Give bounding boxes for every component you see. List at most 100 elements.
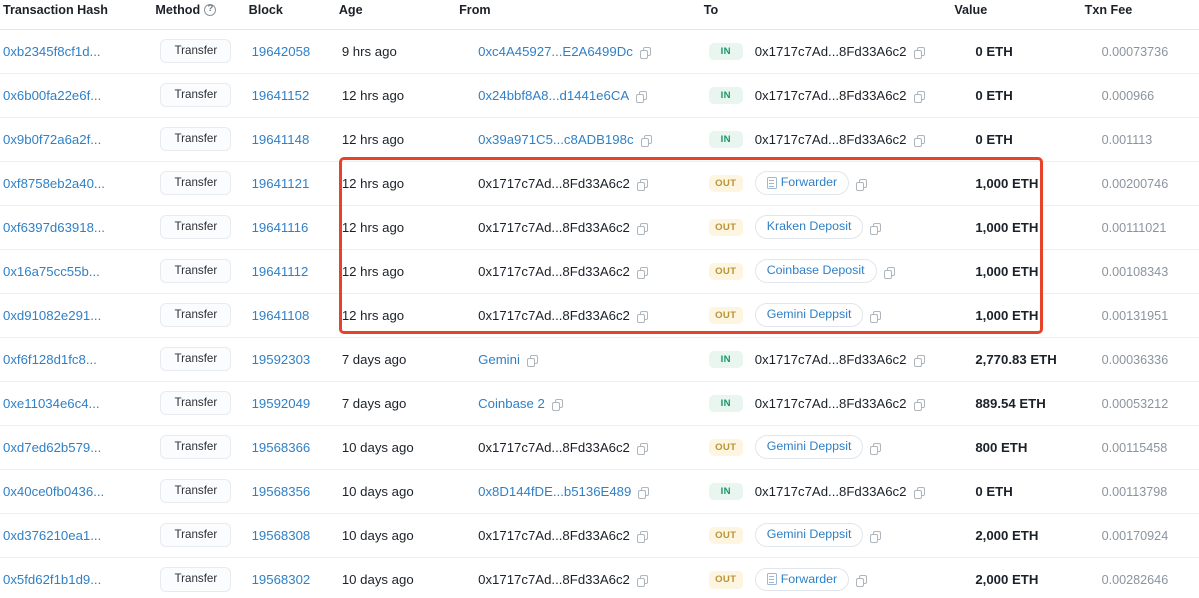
method-pill[interactable]: Transfer — [160, 82, 232, 108]
cell-block: 19642058 — [248, 28, 339, 73]
cell-txn-fee: 0.00115458 — [1084, 424, 1199, 469]
copy-to-address-icon[interactable] — [913, 486, 927, 500]
to-name-tag-label: Gemini Deppsit — [766, 439, 852, 454]
transaction-hash-link[interactable]: 0xd376210ea1... — [3, 528, 101, 543]
to-name-tag[interactable]: Gemini Deppsit — [754, 303, 864, 327]
to-name-tag[interactable]: Gemini Deppsit — [754, 523, 864, 547]
method-pill[interactable]: Transfer — [160, 522, 232, 548]
method-pill[interactable]: Transfer — [160, 258, 232, 284]
copy-from-address-icon[interactable] — [526, 354, 540, 368]
copy-from-address-icon[interactable] — [640, 134, 654, 148]
value-text: 0 ETH — [975, 483, 1013, 499]
cell-transaction-hash: 0xf6397d63918... — [0, 204, 156, 249]
block-number-link[interactable]: 19641148 — [252, 132, 310, 147]
transaction-hash-link[interactable]: 0xe11034e6c4... — [3, 396, 100, 411]
method-pill[interactable]: Transfer — [160, 126, 232, 152]
from-address-link[interactable]: Gemini — [478, 352, 520, 367]
help-circle-icon[interactable] — [204, 3, 217, 17]
transaction-hash-link[interactable]: 0xb2345f8cf1d... — [3, 44, 101, 59]
copy-to-address-icon[interactable] — [913, 134, 927, 148]
table-row: 0x16a75cc55b... Transfer 19641112 12 hrs ag… — [0, 248, 1199, 293]
cell-to: OUT Gemini Deppsit — [703, 424, 955, 469]
copy-from-address-icon[interactable] — [639, 46, 653, 60]
copy-to-address-icon[interactable] — [870, 310, 883, 324]
value-text: 1,000 ETH — [975, 219, 1039, 235]
copy-from-address-icon[interactable] — [636, 310, 650, 324]
cell-method: Transfer — [155, 512, 249, 557]
transaction-hash-link[interactable]: 0x40ce0fb0436... — [3, 484, 104, 499]
method-pill[interactable]: Transfer — [160, 302, 232, 328]
to-name-tag[interactable]: Gemini Deppsit — [754, 435, 864, 459]
transaction-hash-link[interactable]: 0x5fd62f1b1d9... — [3, 572, 101, 587]
column-header-label: Block — [248, 2, 283, 17]
copy-from-address-icon[interactable] — [551, 398, 565, 412]
block-number-link[interactable]: 19641116 — [252, 220, 309, 235]
from-address-link[interactable]: 0x24bbf8A8...d1441e6CA — [478, 88, 629, 103]
method-pill[interactable]: Transfer — [160, 566, 232, 592]
block-number-link[interactable]: 19641112 — [252, 264, 309, 279]
age-text: 12 hrs ago — [341, 131, 405, 147]
copy-to-address-icon[interactable] — [913, 354, 927, 368]
transaction-hash-link[interactable]: 0xf6f128d1fc8... — [3, 352, 97, 367]
copy-to-address-icon[interactable] — [856, 178, 869, 192]
cell-to: OUT Kraken Deposit — [703, 204, 955, 249]
direction-badge-out: OUT — [708, 570, 743, 589]
copy-to-address-icon[interactable] — [870, 442, 883, 456]
cell-value: 0 ETH — [954, 72, 1085, 117]
transaction-hash-link[interactable]: 0x6b00fa22e6f... — [3, 88, 101, 103]
from-address-link[interactable]: 0x8D144fDE...b5136E489 — [478, 484, 631, 499]
transaction-hash-link[interactable]: 0xd7ed62b579... — [3, 440, 101, 455]
transaction-hash-link[interactable]: 0xd91082e291... — [3, 308, 101, 323]
block-number-link[interactable]: 19592303 — [252, 352, 311, 367]
block-number-link[interactable]: 19641152 — [252, 88, 310, 103]
cell-txn-fee: 0.00200746 — [1084, 160, 1199, 205]
copy-from-address-icon[interactable] — [636, 442, 650, 456]
method-pill[interactable]: Transfer — [160, 478, 232, 504]
cell-method: Transfer — [155, 336, 249, 381]
copy-to-address-icon[interactable] — [913, 46, 927, 60]
copy-to-address-icon[interactable] — [870, 530, 883, 544]
copy-from-address-icon[interactable] — [638, 486, 651, 500]
copy-from-address-icon[interactable] — [636, 90, 649, 104]
from-address-link[interactable]: 0x39a971C5...c8ADB198c — [478, 132, 633, 147]
block-number-link[interactable]: 19568366 — [252, 440, 311, 455]
cell-transaction-hash: 0xe11034e6c4... — [0, 380, 156, 425]
block-number-link[interactable]: 19641121 — [252, 176, 310, 191]
method-pill[interactable]: Transfer — [160, 170, 232, 196]
copy-to-address-icon[interactable] — [883, 266, 897, 280]
block-number-link[interactable]: 19642058 — [252, 44, 311, 59]
block-number-link[interactable]: 19568356 — [252, 484, 311, 499]
transaction-hash-link[interactable]: 0x9b0f72a6a2f... — [3, 132, 101, 147]
transaction-hash-link[interactable]: 0xf6397d63918... — [3, 220, 105, 235]
copy-to-address-icon[interactable] — [913, 90, 927, 104]
copy-from-address-icon[interactable] — [636, 178, 650, 192]
column-header-age[interactable]: Age — [338, 0, 460, 30]
copy-to-address-icon[interactable] — [913, 398, 927, 412]
method-pill[interactable]: Transfer — [160, 346, 232, 372]
to-name-tag[interactable]: Forwarder — [754, 171, 850, 195]
copy-to-address-icon[interactable] — [870, 222, 883, 236]
method-pill[interactable]: Transfer — [160, 214, 232, 240]
block-number-link[interactable]: 19641108 — [252, 308, 310, 323]
to-name-tag[interactable]: Coinbase Deposit — [754, 259, 877, 283]
from-address-link[interactable]: Coinbase 2 — [478, 396, 545, 411]
to-name-tag[interactable]: Forwarder — [754, 567, 850, 591]
copy-to-address-icon[interactable] — [856, 574, 869, 588]
copy-from-address-icon[interactable] — [636, 530, 650, 544]
transaction-hash-link[interactable]: 0xf8758eb2a40... — [3, 176, 105, 191]
from-address-link[interactable]: 0xc4A45927...E2A6499Dc — [478, 44, 633, 59]
to-name-tag[interactable]: Kraken Deposit — [754, 215, 864, 239]
cell-method: Transfer — [155, 28, 249, 73]
direction-badge-out: OUT — [708, 438, 743, 457]
copy-from-address-icon[interactable] — [636, 266, 650, 280]
block-number-link[interactable]: 19592049 — [252, 396, 311, 411]
method-pill[interactable]: Transfer — [160, 390, 232, 416]
transaction-hash-link[interactable]: 0x16a75cc55b... — [3, 264, 100, 279]
copy-from-address-icon[interactable] — [636, 222, 650, 236]
column-header-txn-fee[interactable]: Txn Fee — [1084, 0, 1199, 30]
copy-from-address-icon[interactable] — [636, 574, 650, 588]
block-number-link[interactable]: 19568302 — [252, 572, 311, 587]
block-number-link[interactable]: 19568308 — [252, 528, 311, 543]
method-pill[interactable]: Transfer — [160, 434, 232, 460]
method-pill[interactable]: Transfer — [160, 38, 232, 64]
